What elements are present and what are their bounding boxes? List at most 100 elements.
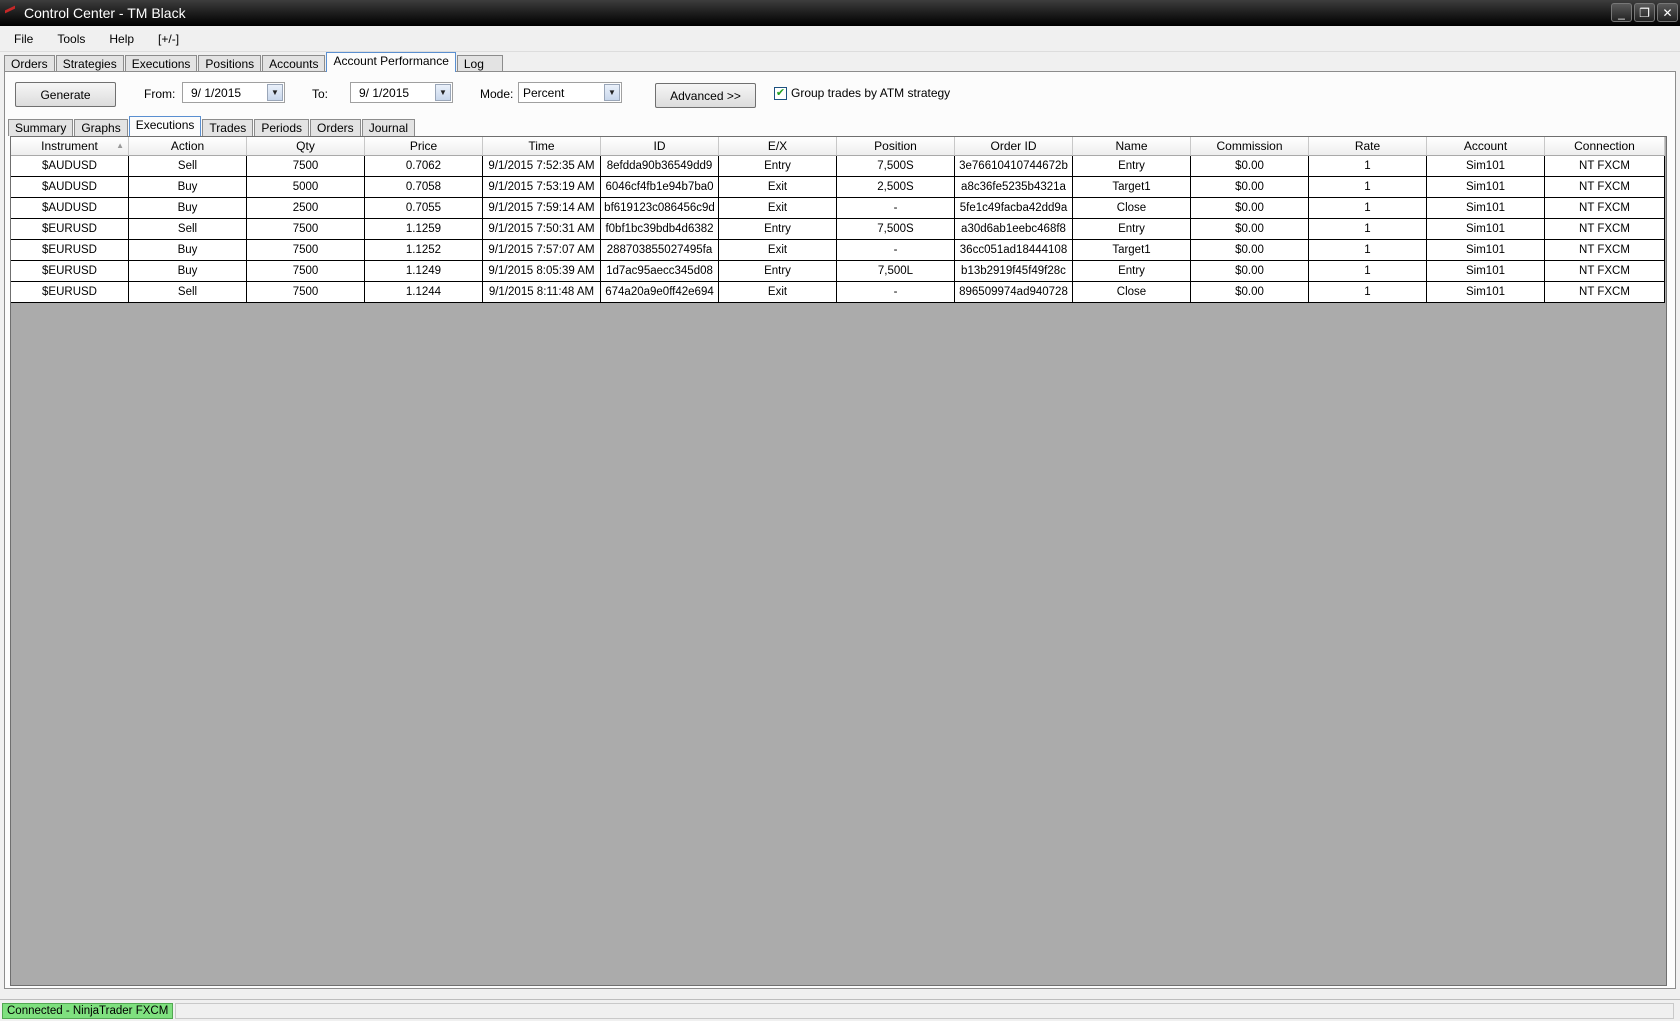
menu-bar: File Tools Help [+/-]	[0, 26, 1680, 52]
table-row[interactable]: $EURUSD Sell 7500 1.1259 9/1/2015 7:50:31 AM…	[11, 219, 1666, 240]
table-row[interactable]: $AUDUSD Sell 7500 0.7062 9/1/2015 7:52:35 AM…	[11, 156, 1666, 177]
table-cell: $0.00	[1191, 219, 1309, 240]
to-date-picker[interactable]: 9/ 1/2015 ▼	[350, 82, 453, 103]
table-row[interactable]: $AUDUSD Buy 5000 0.7058 9/1/2015 7:53:19 AM 6…	[11, 177, 1666, 198]
table-cell: Exit	[719, 198, 837, 219]
table-cell: 9/1/2015 7:53:19 AM	[483, 177, 601, 198]
table-cell: 6046cf4fb1e94b7ba0	[601, 177, 719, 198]
table-cell: NT FXCM	[1545, 198, 1665, 219]
table-cell: 9/1/2015 7:50:31 AM	[483, 219, 601, 240]
column-header-instrument[interactable]: Instrument ▲	[11, 137, 129, 156]
table-cell: Buy	[129, 261, 247, 282]
table-cell: Sim101	[1427, 198, 1545, 219]
column-header-name[interactable]: Name	[1073, 137, 1191, 156]
chevron-down-icon[interactable]: ▼	[435, 84, 451, 101]
tab-orders[interactable]: Orders	[4, 55, 55, 72]
tab-positions[interactable]: Positions	[198, 55, 262, 72]
table-cell: Sim101	[1427, 177, 1545, 198]
restore-button[interactable]: ❐	[1634, 3, 1655, 22]
table-cell: $0.00	[1191, 156, 1309, 177]
column-header-rate[interactable]: Rate	[1309, 137, 1427, 156]
table-cell: Sell	[129, 219, 247, 240]
table-cell: -	[837, 282, 955, 303]
column-header-order-id[interactable]: Order ID	[955, 137, 1073, 156]
executions-grid[interactable]: Instrument ▲ Action Qty Price Time ID E/X Positi…	[10, 136, 1667, 986]
table-cell: $0.00	[1191, 261, 1309, 282]
table-cell: 2,500S	[837, 177, 955, 198]
tab-accounts[interactable]: Accounts	[262, 55, 326, 72]
subtab-executions[interactable]: Executions	[128, 116, 202, 136]
from-date-value: 9/ 1/2015	[191, 85, 242, 100]
app-icon	[4, 6, 18, 20]
tab-strategies[interactable]: Strategies	[55, 55, 124, 72]
column-header-id[interactable]: ID	[601, 137, 719, 156]
subtab-periods[interactable]: Periods	[254, 119, 309, 136]
connection-status: Connected - NinjaTrader FXCM	[2, 1002, 174, 1019]
status-bar: Connected - NinjaTrader FXCM	[0, 999, 1680, 1021]
table-cell: Target1	[1073, 177, 1191, 198]
sort-ascending-icon: ▲	[116, 141, 124, 150]
table-cell: 9/1/2015 8:11:48 AM	[483, 282, 601, 303]
tab-account-performance[interactable]: Account Performance	[326, 52, 456, 72]
table-cell: NT FXCM	[1545, 261, 1665, 282]
mode-select[interactable]: Percent ▼	[518, 82, 622, 103]
table-row[interactable]: $EURUSD Buy 7500 1.1249 9/1/2015 8:05:39 AM 1…	[11, 261, 1666, 282]
table-cell: Entry	[1073, 156, 1191, 177]
table-cell: Entry	[1073, 219, 1191, 240]
from-date-picker[interactable]: 9/ 1/2015 ▼	[182, 82, 285, 103]
table-cell: Buy	[129, 198, 247, 219]
column-header-time[interactable]: Time	[483, 137, 601, 156]
table-row[interactable]: $EURUSD Sell 7500 1.1244 9/1/2015 8:11:48 AM…	[11, 282, 1666, 303]
table-cell: Sim101	[1427, 261, 1545, 282]
table-row[interactable]: $EURUSD Buy 7500 1.1252 9/1/2015 7:57:07 AM 2…	[11, 240, 1666, 261]
menu-tools[interactable]: Tools	[43, 32, 95, 46]
column-header-connection[interactable]: Connection	[1545, 137, 1665, 156]
window-title: Control Center - TM Black	[24, 5, 186, 21]
table-cell: $0.00	[1191, 177, 1309, 198]
tab-log[interactable]: Log	[456, 55, 503, 72]
table-cell: -	[837, 198, 955, 219]
column-header-position[interactable]: Position	[837, 137, 955, 156]
table-cell: Sim101	[1427, 240, 1545, 261]
table-cell: 1	[1309, 261, 1427, 282]
menu-help[interactable]: Help	[95, 32, 144, 46]
generate-button[interactable]: Generate	[15, 82, 116, 107]
mode-label: Mode:	[480, 87, 514, 101]
table-cell: Exit	[719, 240, 837, 261]
subtab-trades[interactable]: Trades	[202, 119, 254, 136]
chevron-down-icon[interactable]: ▼	[604, 84, 620, 101]
column-header-e-x[interactable]: E/X	[719, 137, 837, 156]
column-header-account[interactable]: Account	[1427, 137, 1545, 156]
table-cell: Entry	[1073, 261, 1191, 282]
column-header-qty[interactable]: Qty	[247, 137, 365, 156]
table-cell: 7500	[247, 261, 365, 282]
table-row[interactable]: $AUDUSD Buy 2500 0.7055 9/1/2015 7:59:14 AM b…	[11, 198, 1666, 219]
column-header-price[interactable]: Price	[365, 137, 483, 156]
table-cell: $EURUSD	[11, 240, 129, 261]
table-cell: 5000	[247, 177, 365, 198]
table-cell: 1	[1309, 198, 1427, 219]
table-cell: 1.1244	[365, 282, 483, 303]
advanced-button[interactable]: Advanced >>	[655, 83, 756, 108]
subtab-journal[interactable]: Journal	[361, 119, 416, 136]
table-cell: Exit	[719, 282, 837, 303]
minimize-button[interactable]: _	[1611, 3, 1632, 22]
to-label: To:	[312, 87, 329, 101]
subtab-orders[interactable]: Orders	[310, 119, 361, 136]
menu-file[interactable]: File	[0, 32, 43, 46]
close-button[interactable]: ✕	[1657, 3, 1678, 22]
table-cell: -	[837, 240, 955, 261]
group-trades-checkbox[interactable]: ✔	[774, 87, 787, 100]
table-cell: $AUDUSD	[11, 198, 129, 219]
table-cell: Sell	[129, 282, 247, 303]
mode-value: Percent	[523, 85, 565, 100]
column-header-action[interactable]: Action	[129, 137, 247, 156]
status-panel	[175, 1002, 1674, 1019]
column-header-commission[interactable]: Commission	[1191, 137, 1309, 156]
subtab-summary[interactable]: Summary	[8, 119, 74, 136]
tab-executions[interactable]: Executions	[124, 55, 198, 72]
subtab-graphs[interactable]: Graphs	[74, 119, 128, 136]
menu-toggle[interactable]: [+/-]	[144, 32, 189, 46]
chevron-down-icon[interactable]: ▼	[267, 84, 283, 101]
table-cell: $EURUSD	[11, 261, 129, 282]
